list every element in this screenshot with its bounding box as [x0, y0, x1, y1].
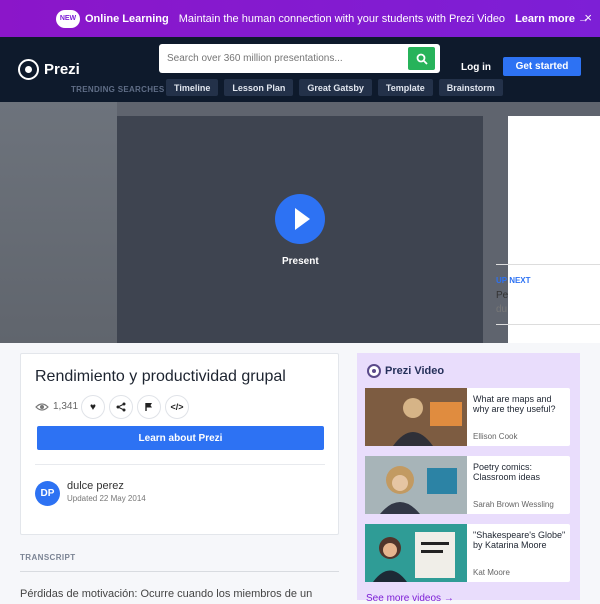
video-thumbnail	[365, 456, 467, 514]
trending-tag[interactable]: Lesson Plan	[224, 79, 294, 96]
search-icon	[416, 53, 428, 65]
transcript-heading: TRANSCRIPT	[20, 553, 76, 562]
video-item[interactable]: What are maps and why are they useful? E…	[365, 388, 570, 446]
code-icon: </>	[170, 402, 184, 412]
video-item[interactable]: "Shakespeare's Globe" by Katarina Moore …	[365, 524, 570, 582]
author-name[interactable]: dulce perez	[67, 480, 124, 492]
banner-title: Online Learning	[85, 12, 169, 25]
presentation-info-card: Rendimiento y productividad grupal 1,341…	[20, 353, 339, 535]
video-item[interactable]: Poetry comics: Classroom ideas Sarah Bro…	[365, 456, 570, 514]
trending-tag[interactable]: Template	[377, 79, 433, 96]
share-icon	[116, 402, 126, 412]
divider	[496, 324, 600, 325]
search-input[interactable]	[159, 44, 399, 73]
trending-tag[interactable]: Great Gatsby	[299, 79, 372, 96]
background-preview	[0, 102, 117, 343]
banner-message: Maintain the human connection with your …	[178, 12, 506, 25]
up-next-author: du	[496, 304, 508, 315]
prezi-video-panel: Prezi Video What are maps and why are th…	[357, 353, 580, 604]
up-next-title[interactable]: Pe	[496, 290, 508, 301]
video-thumbnail	[365, 388, 467, 446]
video-author: Sarah Brown Wessling	[473, 500, 554, 509]
report-button[interactable]	[137, 395, 161, 419]
trending-tag[interactable]: Brainstorm	[438, 79, 503, 96]
video-author: Ellison Cook	[473, 432, 518, 441]
prezi-video-heading: Prezi Video	[367, 364, 444, 378]
logo-text: Prezi	[44, 61, 80, 78]
view-count: 1,341	[35, 401, 78, 412]
presentation-title: Rendimiento y productividad grupal	[35, 368, 286, 385]
see-more-videos-link[interactable]: See more videos →	[366, 593, 454, 604]
trending-searches: Timeline Lesson Plan Great Gatsby Templa…	[166, 79, 503, 96]
trending-label: TRENDING SEARCHES	[71, 85, 165, 94]
updated-date: Updated 22 May 2014	[67, 494, 146, 503]
learn-about-prezi-button[interactable]: Learn about Prezi	[37, 426, 324, 450]
trending-tag[interactable]: Timeline	[166, 79, 219, 96]
video-title: "Shakespeare's Globe" by Katarina Moore	[473, 530, 566, 550]
flag-icon	[145, 403, 152, 411]
divider	[496, 264, 600, 265]
close-icon[interactable]: ×	[584, 10, 592, 25]
top-navigation: Prezi Log in Get started TRENDING SEARCH…	[0, 37, 600, 102]
share-button[interactable]	[109, 395, 133, 419]
prezi-logo[interactable]: Prezi	[18, 59, 80, 80]
embed-button[interactable]: </>	[165, 395, 189, 419]
heart-icon: ♥	[90, 401, 96, 413]
play-button[interactable]	[275, 194, 325, 244]
search-button[interactable]	[408, 47, 435, 70]
promo-banner: NEW Online Learning Maintain the human c…	[0, 0, 600, 37]
video-thumbnail	[365, 524, 467, 582]
video-author: Kat Moore	[473, 568, 510, 577]
prezi-video-title: Prezi Video	[385, 365, 445, 377]
presentation-player: Present UP NEXT Pe du	[0, 102, 600, 343]
author-avatar[interactable]: DP	[35, 481, 60, 506]
prezi-logo-icon	[18, 59, 39, 80]
video-title: What are maps and why are they useful?	[473, 394, 556, 414]
search-box	[159, 44, 440, 73]
video-title: Poetry comics: Classroom ideas	[473, 462, 541, 482]
up-next-label: UP NEXT	[496, 276, 531, 285]
learn-more-link[interactable]: Learn more →	[515, 13, 589, 25]
get-started-button[interactable]: Get started	[503, 57, 581, 76]
transcript-text: Pérdidas de motivación: Ocurre cuando lo…	[20, 588, 313, 600]
eye-icon	[35, 402, 49, 411]
divider	[35, 464, 325, 465]
present-label: Present	[282, 256, 319, 267]
views-value: 1,341	[53, 401, 79, 412]
prezi-video-icon	[367, 364, 381, 378]
new-badge: NEW	[56, 9, 80, 28]
up-next-panel: UP NEXT Pe du	[496, 116, 600, 343]
login-link[interactable]: Log in	[461, 62, 491, 73]
like-button[interactable]: ♥	[81, 395, 105, 419]
divider	[20, 571, 339, 572]
